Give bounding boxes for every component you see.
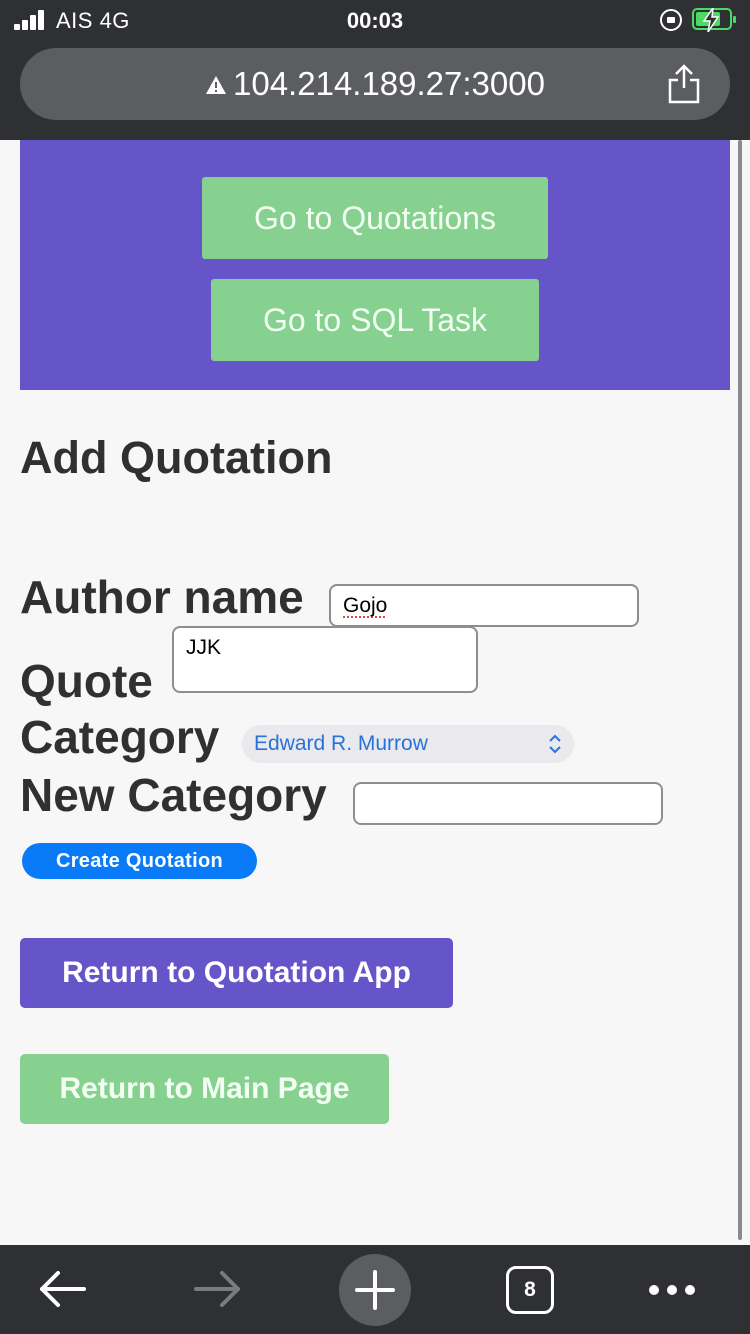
warning-icon: [206, 76, 226, 94]
browser-toolbar: 8: [0, 1245, 750, 1334]
go-to-sql-task-button[interactable]: Go to SQL Task: [211, 279, 539, 361]
tab-switcher-button[interactable]: 8: [506, 1266, 554, 1314]
address-bar[interactable]: 104.214.189.27:3000: [20, 48, 730, 120]
plus-icon: [355, 1270, 395, 1310]
author-name-input[interactable]: Gojo: [329, 584, 639, 627]
back-arrow-icon[interactable]: [30, 1245, 94, 1334]
page-scrollbar[interactable]: [738, 140, 742, 1240]
select-chevron-icon: [549, 734, 561, 754]
quote-textarea[interactable]: JJK: [172, 626, 478, 693]
category-label: Category: [20, 711, 220, 763]
create-quotation-button[interactable]: Create Quotation: [22, 843, 257, 879]
nav-banner: Go to Quotations Go to SQL Task: [20, 140, 730, 390]
status-bar: AIS 4G 00:03: [0, 0, 750, 42]
new-category-input[interactable]: [353, 782, 663, 825]
author-name-value: Gojo: [343, 594, 388, 617]
forward-arrow-icon[interactable]: [186, 1245, 250, 1334]
category-selected-value: Edward R. Murrow: [254, 732, 428, 755]
share-icon[interactable]: [666, 64, 702, 104]
go-to-quotations-button[interactable]: Go to Quotations: [202, 177, 548, 259]
category-select[interactable]: Edward R. Murrow: [242, 725, 574, 763]
page-title: Add Quotation: [20, 432, 333, 483]
rotation-lock-icon: [660, 9, 682, 31]
author-name-label: Author name: [20, 571, 304, 623]
clock: 00:03: [346, 8, 404, 33]
quote-label: Quote: [20, 655, 153, 707]
battery-icon: [692, 8, 736, 32]
url-text: 104.214.189.27:3000: [233, 65, 545, 102]
return-to-quotation-app-button[interactable]: Return to Quotation App: [20, 938, 453, 1008]
new-tab-button[interactable]: [339, 1254, 411, 1326]
new-category-label: New Category: [20, 769, 327, 821]
more-options-icon[interactable]: [646, 1245, 702, 1334]
return-to-main-page-button[interactable]: Return to Main Page: [20, 1054, 389, 1124]
browser-chrome-top: AIS 4G 00:03 104.214.189.27:3000: [0, 0, 750, 140]
